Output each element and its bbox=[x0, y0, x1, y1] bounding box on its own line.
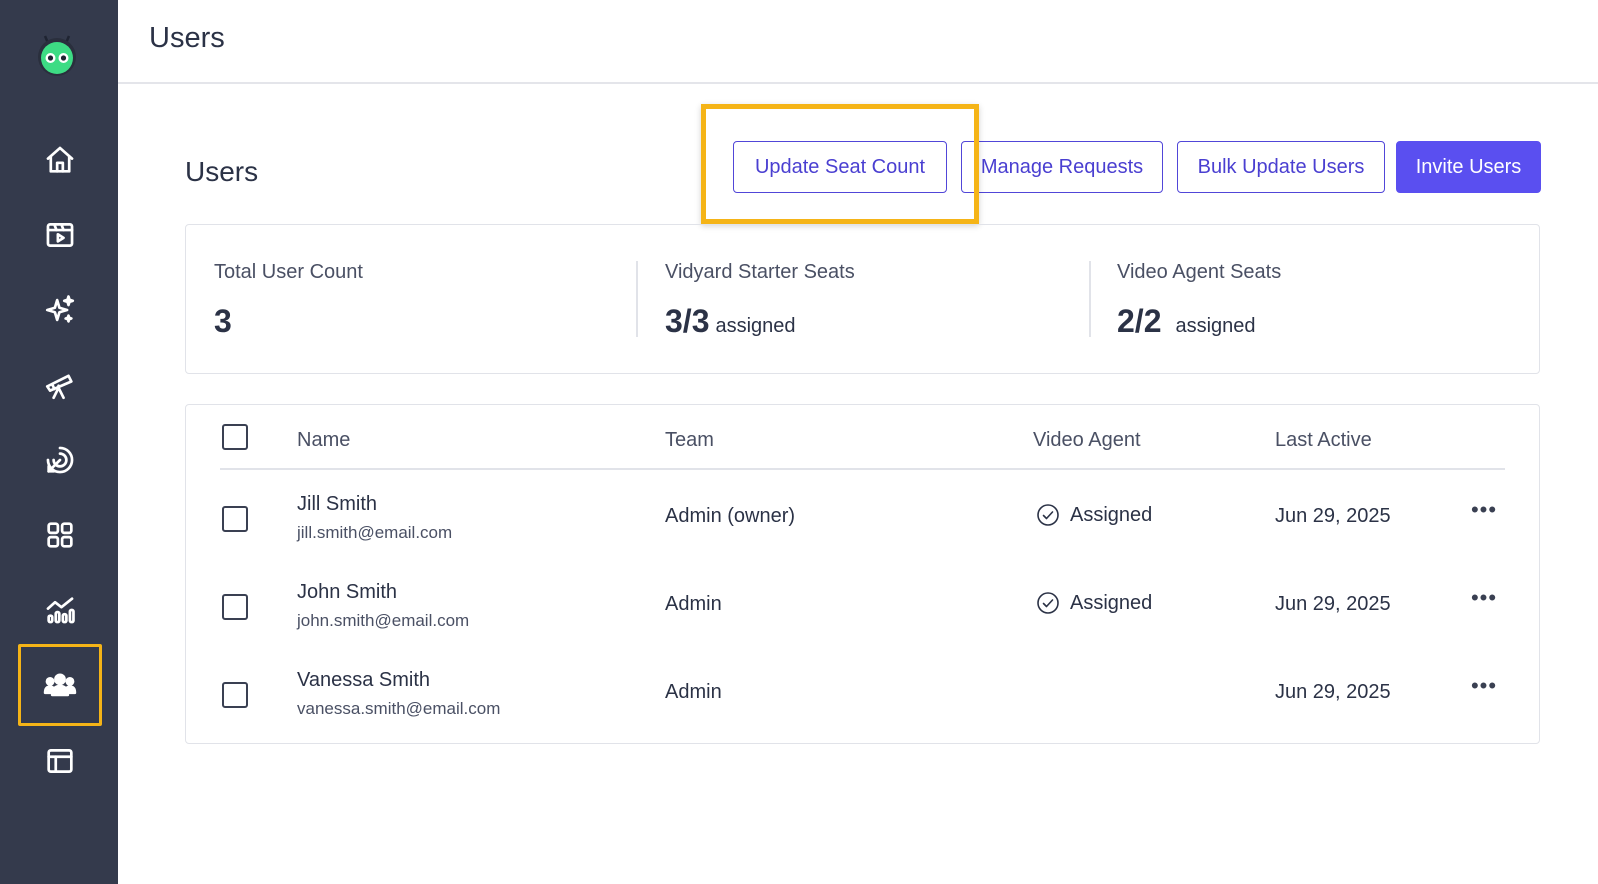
stat-label: Vidyard Starter Seats bbox=[665, 261, 855, 283]
select-all-checkbox[interactable] bbox=[222, 424, 248, 450]
sidebar-item-templates[interactable] bbox=[18, 720, 102, 802]
column-header-video-agent[interactable]: Video Agent bbox=[1033, 429, 1141, 452]
divider bbox=[1089, 261, 1091, 337]
sidebar-item-engage[interactable] bbox=[18, 419, 102, 501]
row-checkbox[interactable] bbox=[222, 594, 248, 620]
sidebar bbox=[0, 0, 118, 884]
user-team: Admin (owner) bbox=[665, 505, 796, 527]
stat-value: 2/2 assigned bbox=[1117, 303, 1256, 339]
stat-suffix: assigned bbox=[715, 315, 796, 337]
header-divider bbox=[220, 468, 1505, 470]
check-circle-icon bbox=[1037, 592, 1059, 614]
users-icon bbox=[43, 673, 77, 697]
apps-grid-icon bbox=[47, 522, 73, 548]
layout-icon bbox=[47, 749, 73, 773]
update-seat-count-button[interactable]: Update Seat Count bbox=[733, 141, 947, 193]
telescope-icon bbox=[45, 374, 73, 400]
user-name: John Smith bbox=[297, 581, 398, 603]
column-header-team[interactable]: Team bbox=[665, 429, 714, 452]
home-icon bbox=[46, 146, 74, 173]
manage-requests-button[interactable]: Manage Requests bbox=[961, 141, 1163, 193]
video-agent-status: Assigned bbox=[1036, 591, 1152, 615]
table-row[interactable]: John Smith john.smith@email.com Admin As… bbox=[186, 571, 1539, 659]
stat-label: Total User Count bbox=[214, 261, 363, 283]
sidebar-item-analytics[interactable] bbox=[18, 569, 102, 651]
sidebar-item-videos[interactable] bbox=[18, 194, 102, 276]
invite-users-button[interactable]: Invite Users bbox=[1396, 141, 1541, 193]
sidebar-item-users[interactable] bbox=[18, 644, 102, 726]
stat-value: 3/3 assigned bbox=[665, 303, 796, 339]
last-active-date: Jun 29, 2025 bbox=[1275, 681, 1391, 703]
stat-suffix: assigned bbox=[1175, 315, 1256, 337]
column-header-last-active[interactable]: Last Active bbox=[1275, 429, 1372, 452]
video-agent-status-label: Assigned bbox=[1070, 503, 1153, 526]
sidebar-item-discover[interactable] bbox=[18, 344, 102, 426]
table-row[interactable]: Jill Smith jill.smith@email.com Admin (o… bbox=[186, 483, 1539, 571]
user-email: john.smith@email.com bbox=[297, 611, 470, 630]
sparkles-icon bbox=[45, 295, 75, 323]
more-options-icon[interactable]: ••• bbox=[1464, 673, 1504, 703]
video-library-icon bbox=[46, 223, 74, 247]
user-email: jill.smith@email.com bbox=[297, 523, 453, 542]
check-circle-icon bbox=[1037, 504, 1059, 526]
top-bar: Users bbox=[118, 0, 1598, 84]
video-agent-status-label: Assigned bbox=[1070, 591, 1153, 614]
users-table: Name Team Video Agent Last Active Jill S… bbox=[185, 404, 1540, 744]
more-options-icon[interactable]: ••• bbox=[1464, 497, 1504, 527]
user-name: Vanessa Smith bbox=[297, 669, 431, 691]
user-team: Admin bbox=[665, 593, 722, 615]
table-row[interactable]: Vanessa Smith vanessa.smith@email.com Ad… bbox=[186, 659, 1539, 747]
user-email: vanessa.smith@email.com bbox=[297, 699, 501, 718]
column-header-name[interactable]: Name bbox=[297, 429, 350, 452]
sidebar-item-ai[interactable] bbox=[18, 269, 102, 351]
divider bbox=[636, 261, 638, 337]
seat-stats-card: Total User Count 3 Vidyard Starter Seats… bbox=[185, 224, 1540, 374]
stat-value: 3 bbox=[214, 303, 232, 339]
last-active-date: Jun 29, 2025 bbox=[1275, 505, 1391, 527]
bulk-update-users-button[interactable]: Bulk Update Users bbox=[1177, 141, 1385, 193]
user-name: Jill Smith bbox=[297, 493, 378, 515]
video-agent-status: Assigned bbox=[1036, 503, 1152, 527]
last-active-date: Jun 29, 2025 bbox=[1275, 593, 1391, 615]
user-team: Admin bbox=[665, 681, 722, 703]
page-title: Users bbox=[149, 22, 225, 54]
sidebar-item-home[interactable] bbox=[18, 119, 102, 201]
row-checkbox[interactable] bbox=[222, 682, 248, 708]
target-icon bbox=[46, 446, 74, 474]
stat-label: Video Agent Seats bbox=[1117, 261, 1282, 283]
analytics-icon bbox=[46, 597, 75, 624]
row-checkbox[interactable] bbox=[222, 506, 248, 532]
sidebar-item-integrations[interactable] bbox=[18, 494, 102, 576]
more-options-icon[interactable]: ••• bbox=[1464, 585, 1504, 615]
section-title: Users bbox=[185, 156, 259, 187]
vidyard-logo-icon[interactable] bbox=[36, 33, 78, 77]
